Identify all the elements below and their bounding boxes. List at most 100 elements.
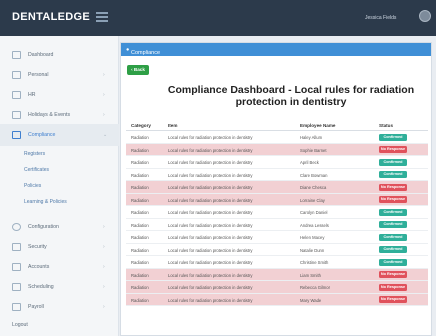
status-badge: No Response (379, 296, 407, 303)
table-row[interactable]: Radiation Local rules for radiation prote… (126, 156, 428, 169)
cell-category: Radiation (131, 135, 149, 140)
table-row[interactable]: Radiation Local rules for radiation prote… (126, 219, 428, 231)
cell-category: Radiation (131, 297, 149, 303)
sidebar-item-label: Accounts (28, 264, 50, 270)
sidebar-item-label: Security (28, 244, 47, 250)
column-header-category[interactable]: Category (131, 123, 151, 128)
table-row[interactable]: Radiation Local rules for radiation prote… (126, 268, 428, 281)
money-icon (12, 303, 21, 311)
chevron-right-icon: › (103, 112, 105, 118)
table-header: Category Item Employee Name Status (126, 119, 428, 131)
sidebar-subitem-policies[interactable]: Policies (0, 178, 119, 194)
column-header-employee[interactable]: Employee Name (300, 123, 336, 128)
table-row[interactable]: Radiation Local rules for radiation prote… (126, 169, 428, 181)
cell-item: Local rules for radiation protection in … (168, 135, 253, 140)
sidebar-subitem-learning-policies[interactable]: Learning & Policies (0, 194, 119, 210)
cell-item: Local rules for radiation protection in … (168, 285, 253, 290)
sidebar-subitem-label: Learning & Policies (24, 199, 67, 205)
chevron-right-icon: › (103, 244, 105, 250)
status-badge: Confirmed (379, 258, 407, 266)
cell-item: Local rules for radiation protection in … (168, 272, 253, 278)
sidebar-item-scheduling[interactable]: Scheduling › (0, 276, 119, 298)
sidebar-subitem-label: Registers (24, 151, 46, 157)
calendar-icon (12, 111, 21, 119)
avatar[interactable] (419, 10, 431, 22)
cell-category: Radiation (131, 247, 149, 253)
cell-employee: Lorraine Clay (300, 197, 325, 203)
cell-employee: April Beck (300, 160, 319, 165)
cell-item: Local rules for radiation protection in … (168, 147, 253, 153)
sidebar-item-personal[interactable]: Personal › (0, 64, 119, 86)
menu-toggle-icon[interactable] (96, 12, 108, 22)
cell-category: Radiation (131, 185, 149, 190)
clipboard-icon (12, 131, 21, 139)
table-row[interactable]: Radiation Local rules for radiation prote… (126, 231, 428, 244)
compliance-table: Category Item Employee Name Status Radia… (126, 119, 428, 306)
chevron-right-icon: › (103, 284, 105, 290)
table-row[interactable]: Radiation Local rules for radiation prote… (126, 193, 428, 206)
table-row[interactable]: Radiation Local rules for radiation prote… (126, 206, 428, 219)
sidebar-subitem-certificates[interactable]: Certificates (0, 162, 119, 178)
user-name[interactable]: Jessica Fields (365, 15, 396, 21)
cell-category: Radiation (131, 260, 149, 265)
home-icon (12, 51, 21, 59)
cell-employee: Helen Macey (300, 235, 325, 240)
sidebar-item-security[interactable]: Security › (0, 236, 119, 258)
cell-employee: Christine Smith (300, 260, 329, 265)
panel-header-title: ● Compliance Dashboard (126, 46, 161, 63)
cell-item: Local rules for radiation protection in … (168, 235, 253, 240)
sidebar-subitem-registers[interactable]: Registers (0, 146, 119, 162)
app-brand[interactable]: DENTALEDGE (12, 11, 90, 23)
column-header-item[interactable]: Item (168, 123, 177, 128)
cell-category: Radiation (131, 147, 149, 153)
sidebar-item-accounts[interactable]: Accounts › (0, 256, 119, 278)
cell-category: Radiation (131, 272, 149, 278)
sidebar-item-label: Logout (12, 322, 28, 328)
sidebar-item-holidays-events[interactable]: Holidays & Events › (0, 104, 119, 126)
page-title: Compliance Dashboard - Local rules for r… (167, 84, 415, 108)
table-row[interactable]: Radiation Local rules for radiation prote… (126, 293, 428, 306)
status-badge: Confirmed (379, 171, 407, 178)
cell-employee: Andrea Lessels (300, 222, 329, 228)
sidebar-subitem-label: Policies (24, 183, 42, 189)
sidebar-item-hr[interactable]: HR › (0, 84, 119, 106)
cell-employee: Rebecca Gilmor (300, 285, 331, 290)
cell-employee: Liam Smith (300, 272, 321, 278)
back-button[interactable]: ‹ Back (127, 65, 149, 75)
table-row[interactable]: Radiation Local rules for radiation prote… (126, 181, 428, 194)
compliance-panel: ● Compliance Dashboard ‹ Back Compliance… (120, 42, 432, 336)
cell-employee: Mary Wade (300, 297, 322, 303)
cell-employee: Haley Allum (300, 135, 323, 140)
table-row[interactable]: Radiation Local rules for radiation prote… (126, 256, 428, 269)
cell-item: Local rules for radiation protection in … (168, 160, 253, 165)
cell-employee: Natalie Dunn (300, 247, 325, 253)
sidebar: Dashboard Personal › HR › Holidays & Eve… (0, 36, 119, 336)
sidebar-item-dashboard[interactable]: Dashboard (0, 44, 119, 66)
sidebar-item-compliance[interactable]: Compliance ⌄ (0, 124, 119, 146)
cell-item: Local rules for radiation protection in … (168, 297, 253, 303)
status-badge: No Response (379, 196, 407, 203)
status-badge: Confirmed (379, 208, 407, 216)
table-row[interactable]: Radiation Local rules for radiation prote… (126, 143, 428, 156)
table-row[interactable]: Radiation Local rules for radiation prote… (126, 281, 428, 294)
cell-item: Local rules for radiation protection in … (168, 247, 253, 253)
cell-category: Radiation (131, 235, 149, 240)
table-row[interactable]: Radiation Local rules for radiation prote… (126, 131, 428, 144)
cell-category: Radiation (131, 210, 149, 215)
cell-item: Local rules for radiation protection in … (168, 210, 253, 215)
cell-category: Radiation (131, 172, 149, 178)
sidebar-item-logout[interactable]: Logout (0, 314, 119, 336)
sidebar-item-label: Personal (28, 72, 49, 78)
back-button-label: Back (133, 67, 145, 72)
cell-employee: Carolyn Daniel (300, 210, 328, 215)
table-row[interactable]: Radiation Local rules for radiation prote… (126, 244, 428, 256)
column-header-status[interactable]: Status (379, 123, 393, 128)
cell-category: Radiation (131, 222, 149, 228)
cell-item: Local rules for radiation protection in … (168, 222, 253, 228)
panel-header: ● Compliance Dashboard (121, 43, 431, 63)
status-badge: No Response (379, 271, 407, 278)
schedule-icon (12, 283, 21, 291)
chevron-right-icon: › (103, 304, 105, 310)
cell-employee: Diane Chesca (300, 185, 327, 190)
sidebar-item-configuration[interactable]: Configuration › (0, 216, 119, 238)
